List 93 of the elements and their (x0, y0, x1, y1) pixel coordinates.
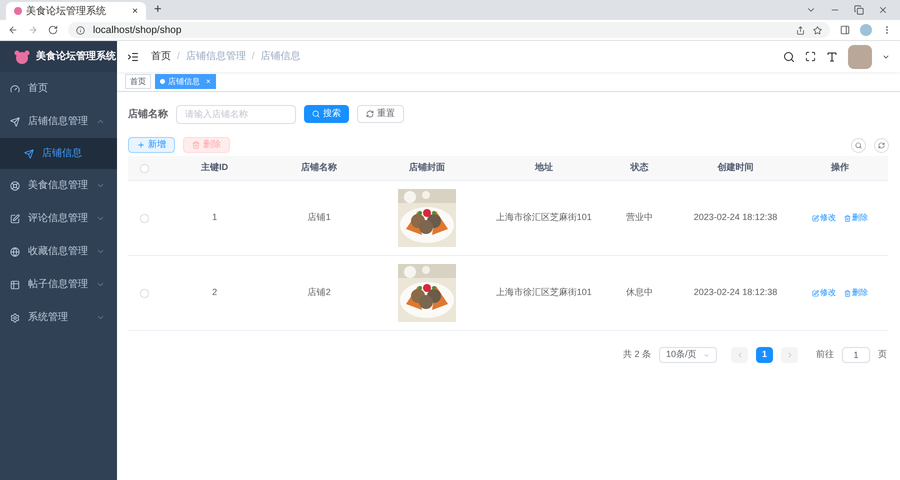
chevron-down-icon (703, 352, 710, 358)
send-icon (24, 148, 34, 158)
submenu-item[interactable]: 店铺信息 (0, 138, 117, 169)
search-toggle-button[interactable] (851, 138, 866, 152)
column-header: 创建时间 (717, 161, 754, 174)
side-panel-icon[interactable] (840, 25, 850, 35)
breadcrumb-separator: / (252, 50, 255, 64)
goto-label: 前往 (816, 348, 834, 362)
table-cell-text: 店铺1 (308, 211, 331, 224)
column-header: 操作 (831, 161, 850, 174)
info-icon (76, 26, 85, 34)
url-text: localhost/shop/shop (93, 24, 182, 38)
column-header: 状态 (630, 161, 649, 174)
reset-button[interactable]: 重置 (357, 105, 404, 123)
chevron-down-icon (96, 313, 105, 322)
checkbox[interactable] (140, 288, 148, 298)
menu-item[interactable]: 收藏信息管理 (0, 235, 117, 268)
chevron-down-icon (96, 247, 105, 256)
search-button[interactable]: 搜索 (304, 105, 349, 123)
table-cell-text: 休息中 (626, 286, 654, 300)
address-bar[interactable]: localhost/shop/shop (68, 22, 830, 38)
close-icon[interactable] (878, 5, 888, 15)
search-icon (855, 142, 862, 148)
trash-icon (192, 141, 200, 149)
table-cell-text: 2023-02-24 18:12:38 (694, 286, 778, 300)
table-cell-text: 营业中 (626, 211, 654, 224)
total-count: 共 2 条 (622, 348, 651, 362)
share-icon[interactable] (796, 26, 805, 34)
column-header: 主键ID (201, 161, 228, 174)
lifebuoy-icon (10, 180, 20, 190)
table-cell-text: 2023-02-24 18:12:38 (694, 211, 778, 224)
reload-icon[interactable] (48, 25, 58, 35)
fullscreen-icon[interactable] (805, 51, 816, 62)
chevron-up-icon (96, 117, 105, 126)
tab-close-button[interactable]: × (132, 4, 138, 18)
refresh-icon (366, 110, 374, 118)
table-cell-text: 店铺2 (308, 286, 331, 300)
table-icon (10, 280, 20, 290)
app-title: 美食论坛管理系统 (36, 49, 116, 64)
table-cell-text: 上海市徐汇区芝麻街101 (496, 286, 592, 300)
trash-icon (844, 214, 852, 222)
menu-toggle-icon[interactable] (127, 50, 139, 62)
chevron-down-icon (96, 280, 105, 289)
page-suffix: 页 (878, 348, 887, 362)
breadcrumb-item: 店铺信息 (260, 50, 301, 64)
table-cell-text: 1 (212, 211, 218, 224)
breadcrumb-separator: / (177, 50, 180, 64)
chevron-down-icon (96, 181, 105, 190)
edit-link[interactable]: 修改 (812, 287, 836, 299)
delete-link[interactable]: 删除 (844, 287, 868, 299)
send-icon (10, 116, 20, 126)
menu-item[interactable]: 帖子信息管理 (0, 268, 117, 301)
page-input[interactable]: 1 (842, 347, 870, 363)
new-tab-button[interactable]: + (154, 0, 162, 18)
edit-link[interactable]: 修改 (812, 212, 836, 224)
search-icon (312, 110, 320, 118)
menu-item[interactable]: 美食信息管理 (0, 169, 117, 202)
menu-item[interactable]: 首页 (0, 72, 117, 105)
trash-icon (844, 290, 852, 296)
star-icon[interactable] (813, 26, 822, 34)
checkbox[interactable] (140, 164, 148, 172)
edit-icon (812, 214, 820, 222)
refresh-button[interactable] (874, 138, 889, 152)
browser-tab[interactable]: 美食论坛管理系统 × (6, 2, 146, 20)
table-cell-text: 2 (212, 286, 218, 300)
column-header: 店铺封面 (409, 161, 446, 174)
edit-icon (10, 214, 20, 224)
page-button[interactable]: 1 (756, 347, 773, 363)
menu-item[interactable]: 店铺信息管理 (0, 105, 117, 138)
gauge-icon (10, 84, 20, 94)
tab-title: 美食论坛管理系统 (26, 4, 107, 18)
globe-icon (10, 246, 20, 256)
back-icon[interactable] (8, 25, 18, 35)
checkbox[interactable] (140, 214, 148, 222)
restore-icon[interactable] (854, 5, 864, 15)
delete-link[interactable]: 删除 (844, 212, 868, 224)
column-header: 地址 (534, 161, 553, 174)
column-header: 店铺名称 (301, 161, 338, 174)
settings-icon (10, 312, 20, 322)
table-cell-text: 上海市徐汇区芝麻街101 (496, 211, 592, 224)
breadcrumb-item[interactable]: 首页 (151, 49, 171, 64)
refresh-icon (878, 142, 885, 148)
plus-icon (137, 141, 145, 149)
chevron-down-icon (96, 214, 105, 223)
tag[interactable]: 首页 (125, 74, 151, 89)
field-label: 店铺名称 (128, 107, 168, 122)
search-icon[interactable] (783, 50, 795, 62)
menu-item[interactable]: 评论信息管理 (0, 202, 117, 235)
edit-icon (812, 290, 820, 296)
input-field[interactable]: 请输入店铺名称 (176, 104, 296, 124)
font-size-icon[interactable] (826, 50, 838, 62)
menu-item[interactable]: 系统管理 (0, 301, 117, 334)
page-size-select[interactable]: 10条/页 (659, 347, 717, 363)
